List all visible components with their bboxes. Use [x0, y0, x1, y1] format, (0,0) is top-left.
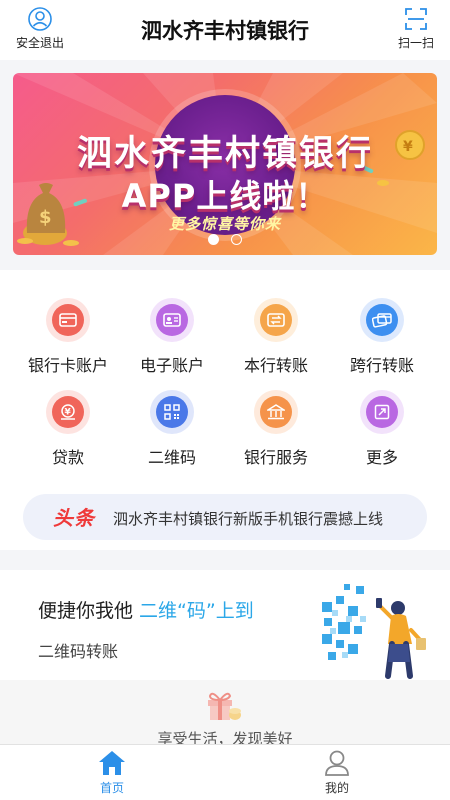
news-tag: 头条: [53, 506, 95, 530]
promo-title: 便捷你我他 二维“码”上到: [38, 596, 254, 623]
id-card-icon: [163, 313, 181, 327]
gift-icon: [208, 692, 241, 720]
news-text[interactable]: 泗水齐丰村镇银行新版手机银行震撼上线: [113, 508, 383, 529]
menu-qr-code[interactable]: 二维码: [116, 390, 228, 468]
menu-label: 银行卡账户: [27, 356, 108, 375]
qr-scan-illustration: [322, 584, 426, 679]
menu-loan[interactable]: ¥ 贷款: [12, 390, 124, 468]
cards-icon: [372, 313, 392, 328]
tab-mine[interactable]: 我的: [302, 749, 372, 796]
app-header: 安全退出 泗水齐丰村镇银行 扫一扫: [0, 0, 450, 60]
scan-button[interactable]: 扫一扫: [384, 6, 448, 51]
carousel-dot-2[interactable]: [230, 234, 242, 245]
menu-label: 二维码: [147, 448, 196, 467]
carousel-dot-1[interactable]: [208, 234, 220, 245]
bank-building-icon: [267, 404, 285, 420]
svg-text:¥: ¥: [65, 408, 72, 418]
menu-label: 更多: [365, 448, 398, 467]
menu-bank-services[interactable]: 银行服务: [220, 390, 332, 468]
carousel-indicator: [13, 230, 437, 249]
scan-icon: [405, 8, 427, 30]
tab-home[interactable]: 首页: [77, 749, 147, 796]
banner-subheadline: APP上线啦！: [121, 177, 329, 215]
menu-internal-transfer[interactable]: 本行转账: [220, 298, 332, 376]
bank-card-icon: [59, 313, 77, 327]
yuan-icon: ¥: [61, 404, 75, 420]
menu-e-account[interactable]: 电子账户: [116, 298, 228, 376]
menu-label: 跨行转账: [349, 356, 414, 375]
menu-label: 本行转账: [243, 356, 308, 375]
banner-headline: 泗水齐丰村镇银行: [76, 134, 373, 174]
scan-label: 扫一扫: [397, 36, 434, 50]
menu-label: 银行服务: [243, 448, 308, 467]
qr-promo-card[interactable]: 便捷你我他 二维“码”上到 二维码转账: [0, 570, 450, 680]
tab-label: 首页: [99, 781, 124, 795]
home-icon: [99, 751, 125, 775]
promo-title-highlight: 二维“码”上到: [139, 600, 254, 622]
promo-title-plain: 便捷你我他: [38, 600, 140, 622]
qr-code-icon: [164, 404, 180, 420]
menu-interbank-transfer[interactable]: 跨行转账: [326, 298, 438, 376]
tab-label: 我的: [324, 781, 349, 795]
page-title: 泗水齐丰村镇银行: [141, 19, 309, 43]
more-icon: [374, 404, 390, 420]
lifestyle-section: 享受生活，发现美好: [0, 680, 450, 748]
person-icon: [325, 750, 349, 776]
headline-news-bar[interactable]: 头条 泗水齐丰村镇银行新版手机银行震撼上线: [23, 494, 427, 540]
menu-more[interactable]: 更多: [326, 390, 438, 468]
menu-label: 电子账户: [139, 356, 204, 375]
promo-banner[interactable]: $ ¥ 泗水齐丰村镇银行 APP上线啦！ 更多惊喜等你来: [13, 73, 437, 255]
menu-bank-card-account[interactable]: 银行卡账户: [12, 298, 124, 376]
menu-label: 贷款: [51, 448, 84, 467]
transfer-icon: [267, 313, 285, 327]
promo-subtitle: 二维码转账: [38, 642, 119, 661]
bottom-tab-bar: 首页 我的: [0, 744, 450, 800]
